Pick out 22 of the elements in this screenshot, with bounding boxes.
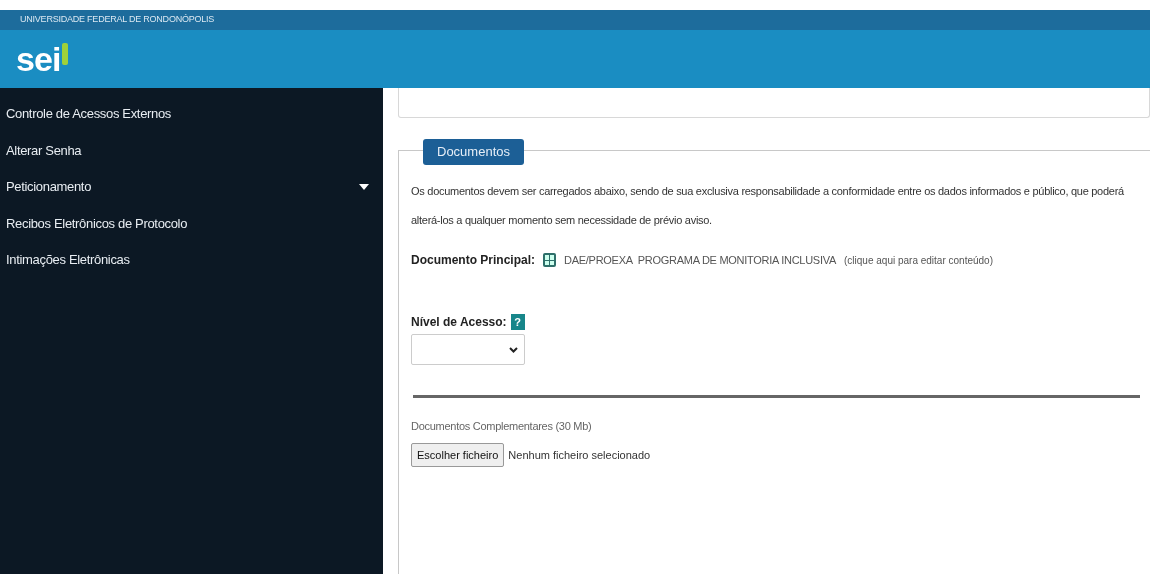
sidebar-item[interactable]: Alterar Senha (6, 140, 377, 160)
section-legend: Documentos (423, 139, 524, 165)
help-button[interactable]: ? (510, 314, 525, 330)
logo[interactable]: sei (16, 42, 61, 76)
access-level-select[interactable] (411, 334, 525, 365)
field-label: Documentos Complementares (30 Mb) (411, 419, 593, 434)
document-icon (543, 253, 556, 267)
field-label: Nível de Acesso: (411, 314, 507, 331)
sidebar-item[interactable]: Intimações Eletrônicas (6, 250, 377, 270)
caret-icon (359, 183, 369, 190)
logo-mark-icon (61, 43, 68, 65)
field-label: Documento Principal: (411, 252, 535, 269)
notice-text: Os documentos devem ser carregados abaixo, sendo de sua exclusiva responsabilidade a conformidade entre os dados informados e público, que poderá alterá-los a qualquer momento sem necessidade de prévio aviso. (411, 184, 1125, 228)
sidebar-item[interactable]: Recibos Eletrônicos de Protocolo (6, 213, 377, 233)
file-status: Nenhum ficheiro selecionado (508, 447, 651, 463)
sidebar-item[interactable]: Controle de Acessos Externos (6, 104, 377, 124)
sidebar-item[interactable]: Peticionamento (6, 177, 377, 197)
document-title: DAE/PROEXA PROGRAMA DE MONITORIA INCLUSIVA (564, 252, 836, 268)
institution-name: UNIVERSIDADE FEDERAL DE RONDONÓPOLIS (20, 13, 215, 27)
edit-link[interactable]: (clique aqui para editar conteúdo) (844, 252, 993, 268)
chevron-down-icon (509, 346, 518, 353)
choose-file-button[interactable]: Escolher ficheiro (411, 442, 505, 467)
